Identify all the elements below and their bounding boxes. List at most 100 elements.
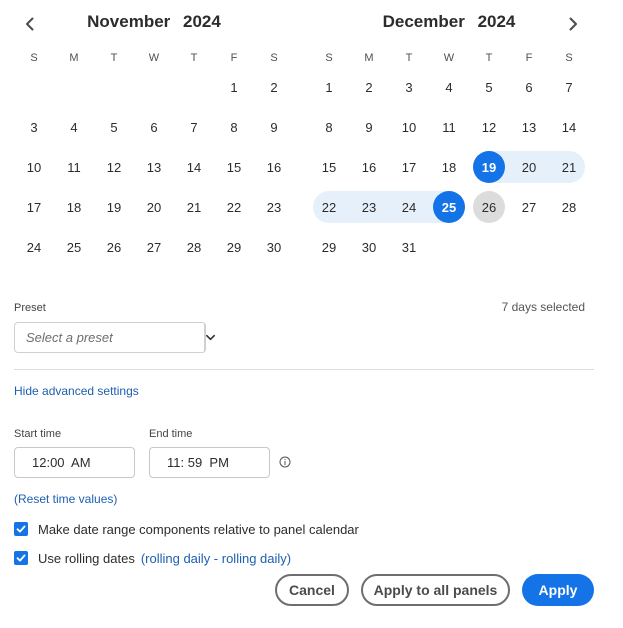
- cancel-button[interactable]: Cancel: [275, 574, 349, 606]
- day-cell[interactable]: 17: [389, 147, 429, 187]
- day-number: 8: [325, 119, 333, 135]
- apply-to-all-panels-button[interactable]: Apply to all panels: [361, 574, 510, 606]
- rolling-option-row: Use rolling dates (rolling daily - rolli…: [14, 550, 291, 566]
- day-cell[interactable]: 23: [349, 187, 389, 227]
- day-cell[interactable]: 14: [174, 147, 214, 187]
- info-icon[interactable]: [279, 456, 291, 468]
- day-cell[interactable]: 18: [429, 147, 469, 187]
- day-cell[interactable]: 22: [214, 187, 254, 227]
- day-cell[interactable]: 21: [549, 147, 589, 187]
- start-time-input[interactable]: 12:00 AM: [14, 447, 135, 478]
- day-cell[interactable]: 1: [309, 67, 349, 107]
- weekday-label: W: [443, 52, 455, 64]
- day-number: 8: [230, 119, 238, 135]
- day-number: 16: [266, 159, 282, 175]
- apply-button[interactable]: Apply: [522, 574, 594, 606]
- day-cell[interactable]: 9: [349, 107, 389, 147]
- end-time-input[interactable]: 11: 59 PM: [149, 447, 270, 478]
- start-time-value: 12:00 AM: [32, 455, 91, 470]
- day-cell[interactable]: 3: [389, 67, 429, 107]
- rolling-details-link[interactable]: (rolling daily - rolling daily): [141, 551, 291, 566]
- weekday-header: S M T W T F S: [14, 51, 294, 65]
- day-number: 21: [561, 159, 577, 175]
- checkmark-icon: [16, 554, 26, 562]
- day-cell[interactable]: 2: [254, 67, 294, 107]
- day-cell[interactable]: 10: [389, 107, 429, 147]
- day-cell[interactable]: 14: [549, 107, 589, 147]
- weekday-header: S M T W T F S: [309, 51, 589, 65]
- day-cell[interactable]: 4: [54, 107, 94, 147]
- day-cell[interactable]: 11: [54, 147, 94, 187]
- day-number: 26: [106, 239, 122, 255]
- day-cell[interactable]: 15: [214, 147, 254, 187]
- day-cell[interactable]: 5: [94, 107, 134, 147]
- day-number: 2: [365, 79, 373, 95]
- day-cell[interactable]: 4: [429, 67, 469, 107]
- weekday-label: S: [325, 52, 333, 64]
- day-cell[interactable]: 29: [214, 227, 254, 267]
- day-cell[interactable]: 28: [549, 187, 589, 227]
- day-cell[interactable]: 20: [509, 147, 549, 187]
- day-cell[interactable]: 11: [429, 107, 469, 147]
- day-cell[interactable]: 13: [134, 147, 174, 187]
- day-number: 10: [401, 119, 417, 135]
- day-number: 5: [110, 119, 118, 135]
- day-cell[interactable]: 6: [134, 107, 174, 147]
- relative-checkbox[interactable]: [14, 522, 28, 536]
- day-cell[interactable]: 28: [174, 227, 214, 267]
- day-cell[interactable]: 8: [309, 107, 349, 147]
- today-day[interactable]: 26: [469, 187, 509, 227]
- day-cell[interactable]: 30: [254, 227, 294, 267]
- day-cell[interactable]: 25: [54, 227, 94, 267]
- day-cell[interactable]: 19: [94, 187, 134, 227]
- day-number: 15: [226, 159, 242, 175]
- day-cell[interactable]: 27: [134, 227, 174, 267]
- day-number: 11: [442, 119, 456, 135]
- rolling-dates-checkbox[interactable]: [14, 551, 28, 565]
- day-cell[interactable]: 24: [389, 187, 429, 227]
- day-cell[interactable]: 8: [214, 107, 254, 147]
- day-cell[interactable]: 16: [349, 147, 389, 187]
- day-cell[interactable]: 13: [509, 107, 549, 147]
- rolling-dates-label: Use rolling dates: [38, 550, 135, 566]
- day-cell[interactable]: 16: [254, 147, 294, 187]
- day-cell[interactable]: 21: [174, 187, 214, 227]
- preset-dropdown-button[interactable]: [204, 323, 216, 352]
- day-cell[interactable]: 22: [309, 187, 349, 227]
- day-cell[interactable]: 26: [94, 227, 134, 267]
- day-number: 17: [26, 199, 42, 215]
- preset-input[interactable]: [15, 323, 204, 352]
- day-cell[interactable]: 15: [309, 147, 349, 187]
- day-cell[interactable]: 29: [309, 227, 349, 267]
- day-cell[interactable]: 17: [14, 187, 54, 227]
- day-cell[interactable]: 1: [214, 67, 254, 107]
- weekday-label: T: [485, 52, 493, 64]
- day-number: 19: [473, 151, 505, 183]
- day-cell[interactable]: 5: [469, 67, 509, 107]
- day-cell[interactable]: 12: [469, 107, 509, 147]
- day-cell[interactable]: 6: [509, 67, 549, 107]
- end-time-label: End time: [149, 428, 193, 440]
- day-cell[interactable]: 27: [509, 187, 549, 227]
- day-number: 6: [150, 119, 158, 135]
- day-cell[interactable]: 18: [54, 187, 94, 227]
- day-cell[interactable]: 20: [134, 187, 174, 227]
- range-start-day[interactable]: 19: [469, 147, 509, 187]
- day-cell[interactable]: 3: [14, 107, 54, 147]
- day-cell[interactable]: 7: [174, 107, 214, 147]
- day-cell[interactable]: 10: [14, 147, 54, 187]
- day-cell[interactable]: 12: [94, 147, 134, 187]
- reset-time-values-link[interactable]: (Reset time values): [14, 492, 117, 506]
- range-end-day[interactable]: 25: [429, 187, 469, 227]
- day-cell[interactable]: 30: [349, 227, 389, 267]
- day-cell[interactable]: 2: [349, 67, 389, 107]
- hide-advanced-settings-link[interactable]: Hide advanced settings: [14, 384, 139, 398]
- weekday-label: M: [69, 52, 79, 64]
- day-cell[interactable]: 9: [254, 107, 294, 147]
- day-cell[interactable]: 31: [389, 227, 429, 267]
- day-number: 1: [325, 79, 333, 95]
- day-cell[interactable]: 7: [549, 67, 589, 107]
- day-cell[interactable]: 23: [254, 187, 294, 227]
- day-cell[interactable]: 24: [14, 227, 54, 267]
- day-number: 15: [321, 159, 337, 175]
